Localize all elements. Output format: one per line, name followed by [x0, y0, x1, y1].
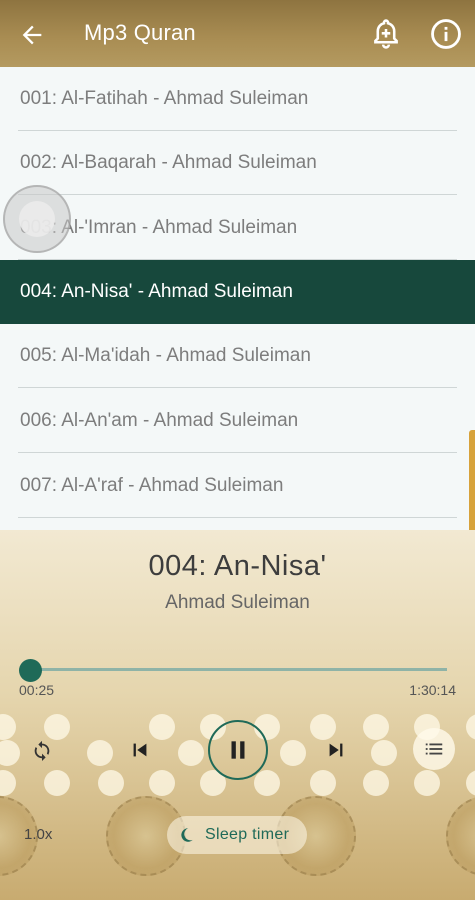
- playlist-button[interactable]: [413, 728, 455, 770]
- track-row[interactable]: 005: Al-Ma'idah - Ahmad Suleiman: [0, 324, 475, 388]
- skip-next-icon: [329, 743, 343, 757]
- total-time: 1:30:14: [409, 682, 456, 698]
- repeat-button[interactable]: [20, 728, 64, 772]
- track-label: 004: An-Nisa' - Ahmad Suleiman: [20, 281, 293, 302]
- pause-button[interactable]: [208, 720, 268, 780]
- track-row[interactable]: 001: Al-Fatihah - Ahmad Suleiman: [0, 67, 475, 131]
- info-icon: [431, 19, 461, 49]
- arrow-left-icon: [22, 25, 42, 45]
- divider: [18, 517, 457, 518]
- player-panel: 004: An-Nisa' Ahmad Suleiman 00:25 1:30:…: [0, 530, 475, 900]
- now-playing-title: 004: An-Nisa': [148, 550, 327, 582]
- track-label: 007: Al-A'raf - Ahmad Suleiman: [20, 475, 284, 496]
- app-title: Mp3 Quran: [84, 20, 196, 45]
- repeat-icon: [34, 740, 50, 761]
- next-button[interactable]: [314, 728, 358, 772]
- track-row[interactable]: 006: Al-An'am - Ahmad Suleiman: [0, 389, 475, 453]
- now-playing-artist: Ahmad Suleiman: [165, 592, 310, 613]
- info-button[interactable]: [426, 14, 466, 54]
- previous-button[interactable]: [118, 728, 162, 772]
- bell-plus-icon: [374, 19, 398, 49]
- pause-icon: [231, 741, 245, 759]
- back-button[interactable]: [14, 17, 50, 53]
- divider: [18, 194, 457, 195]
- track-label: 006: Al-An'am - Ahmad Suleiman: [20, 410, 299, 431]
- divider: [18, 387, 457, 388]
- track-row-active[interactable]: 004: An-Nisa' - Ahmad Suleiman: [0, 260, 475, 324]
- track-list[interactable]: 001: Al-Fatihah - Ahmad Suleiman 002: Al…: [0, 67, 475, 530]
- seek-thumb[interactable]: [19, 659, 42, 682]
- sleep-timer-label: Sleep timer: [205, 826, 290, 843]
- skip-previous-icon: [133, 743, 147, 757]
- track-label: 002: Al-Baqarah - Ahmad Suleiman: [20, 152, 317, 173]
- track-row[interactable]: 002: Al-Baqarah - Ahmad Suleiman: [0, 131, 475, 195]
- divider: [18, 452, 457, 453]
- app-bar: Mp3 Quran: [0, 0, 475, 67]
- speed-button[interactable]: 1.0x: [24, 826, 52, 843]
- add-alarm-button[interactable]: [366, 14, 406, 54]
- sleep-timer-button[interactable]: Sleep timer: [167, 816, 307, 854]
- seek-bar[interactable]: [30, 668, 447, 671]
- track-label: 005: Al-Ma'idah - Ahmad Suleiman: [20, 345, 311, 366]
- track-label: 001: Al-Fatihah - Ahmad Suleiman: [20, 88, 309, 109]
- track-row[interactable]: 007: Al-A'raf - Ahmad Suleiman: [0, 454, 475, 518]
- touch-ripple: [3, 185, 71, 253]
- moon-icon: [175, 824, 197, 846]
- track-row[interactable]: 003: Al-'Imran - Ahmad Suleiman: [0, 196, 475, 260]
- current-time: 00:25: [19, 682, 55, 698]
- list-icon: [425, 743, 443, 755]
